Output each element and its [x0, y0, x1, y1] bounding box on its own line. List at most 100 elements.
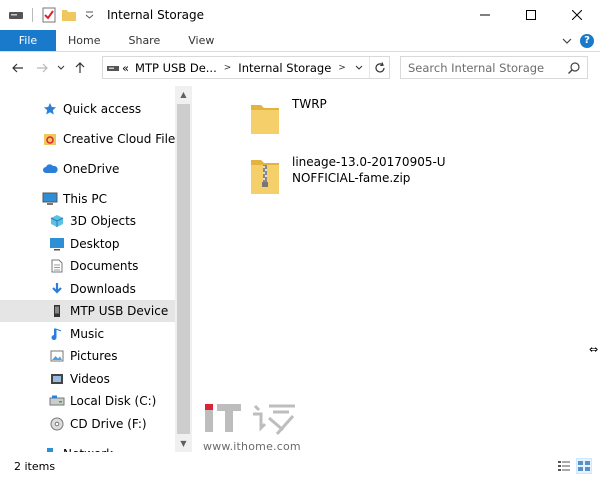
sidebar-item-label: Local Disk (C:) — [70, 394, 157, 408]
scroll-thumb[interactable] — [177, 104, 190, 434]
sidebar-item-label: MTP USB Device — [70, 304, 169, 318]
sidebar-item-3d-objects[interactable]: 3D Objects — [0, 210, 176, 232]
ithome-logo-icon — [205, 404, 295, 435]
ithome-watermark: www.ithome.com — [203, 400, 313, 458]
file-item-lineage-zip[interactable]: lineage-13.0-20170905-UNOFFICIAL-fame.zi… — [249, 154, 452, 198]
close-button[interactable] — [554, 0, 600, 30]
customize-toolbar-icon[interactable] — [81, 7, 97, 23]
search-input[interactable] — [408, 60, 568, 75]
toolbar-separator — [32, 8, 33, 22]
file-list: TWRP lineage-13.0-20170905-UNOFFICIAL-fa… — [193, 86, 600, 452]
quick-access-toolbar — [0, 0, 97, 30]
view-toggles — [556, 458, 592, 474]
new-folder-icon[interactable] — [61, 7, 77, 23]
sidebar-item-documents[interactable]: Documents — [0, 255, 176, 277]
folder-icon — [251, 105, 279, 134]
sidebar-item-mtp-usb-device[interactable]: MTP USB Device — [0, 300, 176, 322]
chevron-right-icon[interactable]: > — [334, 63, 350, 73]
sidebar-item-cd-drive-f[interactable]: CD Drive (F:) — [0, 413, 176, 435]
document-icon — [49, 258, 65, 274]
sidebar-item-label: CD Drive (F:) — [70, 417, 147, 431]
expand-ribbon-icon[interactable] — [562, 34, 572, 48]
computer-icon — [42, 191, 58, 207]
tab-file[interactable]: File — [0, 30, 56, 51]
sidebar-item-label: Quick access — [63, 102, 142, 116]
sidebar-item-label: This PC — [63, 192, 107, 206]
address-bar[interactable]: « MTP USB De... > Internal Storage > — [102, 56, 390, 79]
file-name: TWRP — [292, 97, 327, 111]
sidebar-item-label: Creative Cloud Files — [63, 132, 182, 146]
tab-home[interactable]: Home — [56, 30, 114, 51]
network-icon — [42, 446, 58, 452]
file-item-twrp[interactable]: TWRP — [249, 96, 452, 140]
back-button[interactable] — [6, 56, 30, 80]
address-segment-storage[interactable]: Internal Storage — [235, 61, 334, 75]
sidebar-item-pictures[interactable]: Pictures — [0, 345, 176, 367]
drive-icon — [8, 7, 24, 23]
sidebar-item-label: Desktop — [70, 237, 120, 251]
video-icon — [49, 371, 65, 387]
address-overflow[interactable]: « — [119, 61, 132, 75]
title-bar: Internal Storage — [0, 0, 600, 30]
properties-icon[interactable] — [41, 7, 57, 23]
creative-cloud-icon — [42, 131, 58, 147]
address-row: « MTP USB De... > Internal Storage > — [0, 53, 600, 83]
sidebar-item-label: OneDrive — [63, 162, 120, 176]
cloud-icon — [42, 161, 58, 177]
sidebar-item-local-disk-c[interactable]: Local Disk (C:) — [0, 390, 176, 412]
up-button[interactable] — [68, 56, 92, 80]
sidebar-item-music[interactable]: Music — [0, 323, 176, 345]
cd-icon — [49, 416, 65, 432]
download-icon — [49, 281, 65, 297]
tab-view[interactable]: View — [174, 30, 228, 51]
large-icons-view-icon[interactable] — [576, 458, 592, 474]
scroll-up-button[interactable]: ▲ — [175, 86, 192, 103]
star-icon — [42, 101, 58, 117]
sidebar-item-this-pc[interactable]: This PC — [0, 188, 176, 210]
address-segment-device[interactable]: MTP USB De... — [132, 61, 220, 75]
sidebar-item-label: Network — [63, 447, 113, 452]
disk-icon — [49, 393, 65, 409]
ribbon-tabs: File Home Share View ? — [0, 30, 600, 52]
picture-icon — [49, 348, 65, 364]
sidebar-item-label: Downloads — [70, 282, 136, 296]
desktop-icon — [49, 236, 65, 252]
watermark-url: www.ithome.com — [203, 440, 301, 453]
minimize-button[interactable] — [462, 0, 508, 30]
window-title: Internal Storage — [107, 8, 205, 22]
scroll-down-button[interactable]: ▼ — [175, 435, 192, 452]
sidebar-item-label: Documents — [70, 259, 139, 273]
sidebar-item-label: Pictures — [70, 349, 118, 363]
file-name: lineage-13.0-20170905-UNOFFICIAL-fame.zi… — [292, 155, 446, 185]
sidebar-item-onedrive[interactable]: OneDrive — [0, 158, 176, 180]
refresh-button[interactable] — [369, 57, 389, 78]
sidebar-item-network[interactable]: Network — [0, 443, 176, 452]
sidebar-item-label: Videos — [70, 372, 110, 386]
status-bar: 2 items — [0, 455, 600, 477]
sidebar-item-videos[interactable]: Videos — [0, 368, 176, 390]
device-icon — [107, 63, 119, 73]
forward-button[interactable] — [30, 56, 54, 80]
address-dropdown-button[interactable] — [351, 57, 367, 78]
search-icon[interactable] — [567, 61, 581, 75]
help-icon[interactable]: ? — [580, 33, 594, 48]
sidebar-item-desktop[interactable]: Desktop — [0, 233, 176, 255]
sidebar-item-label: 3D Objects — [70, 214, 137, 228]
nav-scrollbar[interactable]: ▲ ▼ — [175, 86, 192, 452]
sidebar-item-downloads[interactable]: Downloads — [0, 278, 176, 300]
sidebar-item-creative-cloud-files[interactable]: Creative Cloud Files — [0, 128, 182, 150]
sidebar-item-label: Music — [70, 327, 105, 341]
music-icon — [49, 326, 65, 342]
navigation-pane: Quick access Creative Cloud Files OneDrive… — [0, 86, 192, 452]
sidebar-item-quick-access[interactable]: Quick access — [0, 98, 176, 120]
resize-cursor-icon: ⇔ — [589, 343, 599, 356]
zip-folder-icon — [251, 160, 279, 194]
cube-icon — [49, 213, 65, 229]
tab-share[interactable]: Share — [114, 30, 174, 51]
phone-icon — [49, 303, 65, 319]
search-box[interactable] — [400, 56, 588, 79]
chevron-right-icon[interactable]: > — [220, 63, 236, 73]
details-view-icon[interactable] — [556, 458, 572, 474]
maximize-button[interactable] — [508, 0, 554, 30]
recent-locations-button[interactable] — [54, 56, 68, 80]
